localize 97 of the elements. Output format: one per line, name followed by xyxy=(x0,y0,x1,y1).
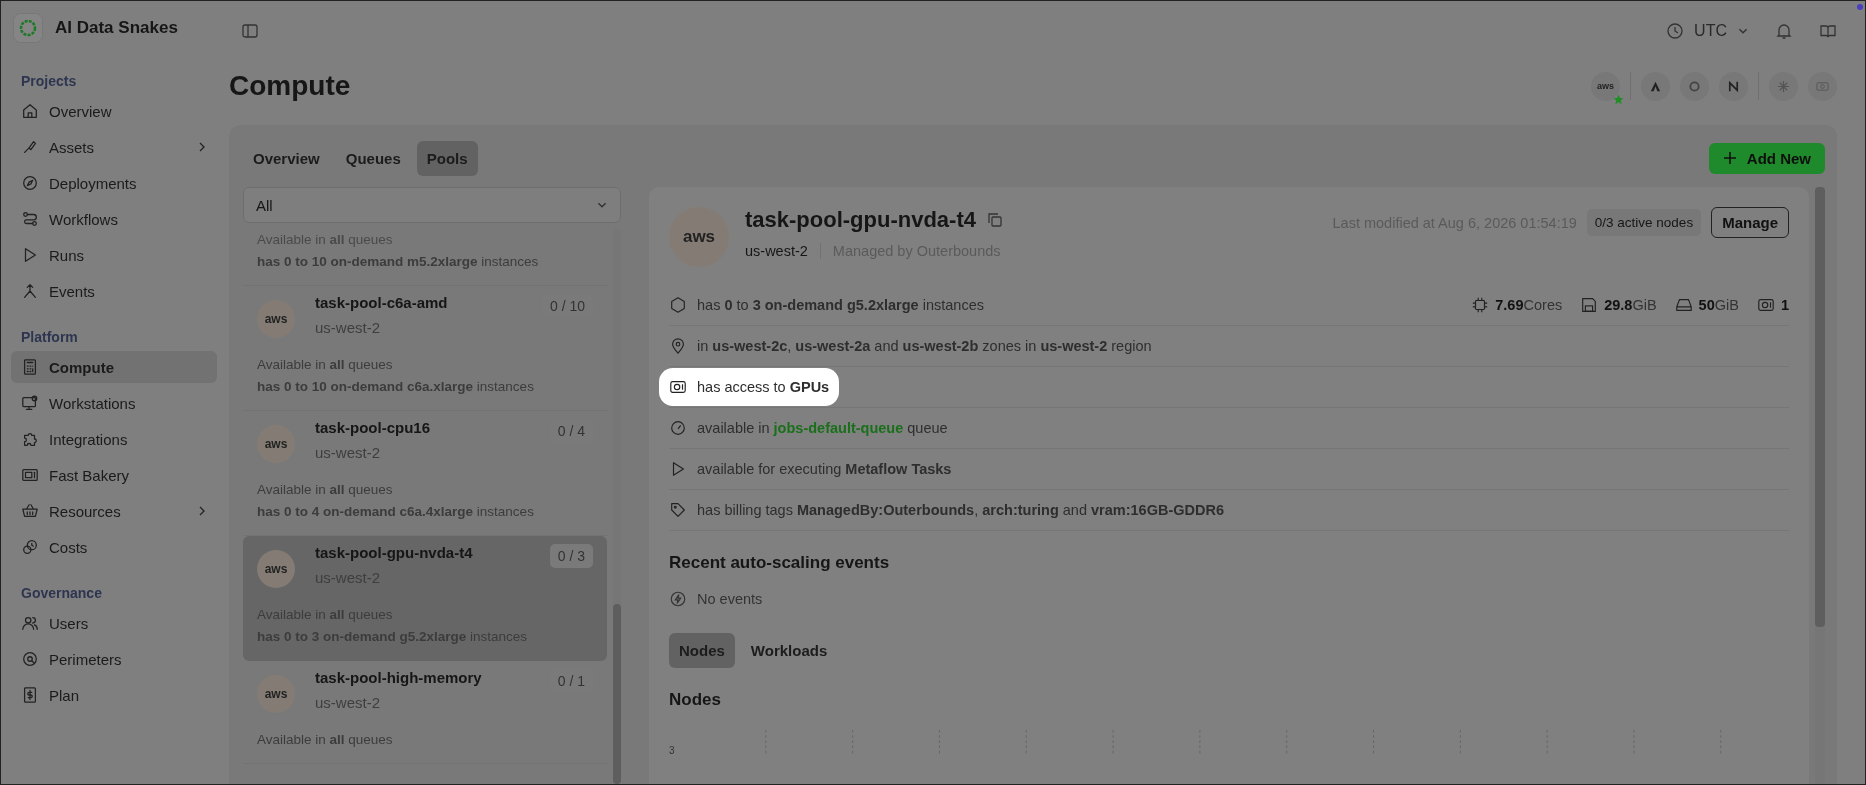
nav-item[interactable]: Events xyxy=(11,275,217,307)
nav-item[interactable]: Fast Bakery xyxy=(11,459,217,491)
resource-value: 50GiB xyxy=(1698,297,1739,313)
pool-name: task-pool-cpu16 xyxy=(315,419,432,436)
active-nodes-badge: 0/3 active nodes xyxy=(1586,209,1702,236)
pool-title: task-pool-gpu-nvda-t4 xyxy=(745,207,976,233)
provider-avatar[interactable] xyxy=(1769,71,1798,101)
section-heading: Platform xyxy=(20,329,79,345)
add-new-button[interactable]: Add New xyxy=(1708,142,1825,174)
tab[interactable]: Overview xyxy=(243,140,330,176)
nav-item[interactable]: Perimeters xyxy=(11,643,217,675)
nav-item[interactable]: Workstations xyxy=(11,387,217,419)
clock-icon xyxy=(1666,22,1685,40)
receipt-icon xyxy=(21,686,39,704)
tab[interactable]: Pools xyxy=(416,140,478,176)
filter-dropdown[interactable]: All xyxy=(243,187,621,223)
sidebar-toggle-icon[interactable] xyxy=(241,22,259,40)
pool-region: us-west-2 xyxy=(315,444,382,461)
fact-row: in us-west-2c, us-west-2a and us-west-2b zones in us-west-2 region xyxy=(663,331,1158,361)
pool-description: has 0 to 10 on-demand c6a.xlarge instances xyxy=(257,378,535,396)
users-icon xyxy=(21,614,39,632)
pool-description: has 0 to 4 on-demand c6a.4xlarge instances xyxy=(257,503,535,521)
compass-icon xyxy=(21,174,39,192)
home-icon xyxy=(21,102,39,120)
fact-row: has billing tags ManagedBy:Outerbounds, arch:turing and vram:16GB-GDDR6 xyxy=(663,495,1230,525)
resource-value: 1 xyxy=(1780,297,1789,313)
empty-message: No events xyxy=(697,591,763,607)
bell-icon[interactable] xyxy=(1775,22,1793,40)
pool-region: us-west-2 xyxy=(315,694,382,711)
fact-row: available for executing Metaflow Tasks xyxy=(663,454,958,484)
brand-name: AI Data Snakes xyxy=(55,18,178,38)
tab[interactable]: Workloads xyxy=(740,633,838,668)
nav-item[interactable]: Integrations xyxy=(11,423,217,455)
manage-button[interactable]: Manage xyxy=(1711,207,1789,238)
gauge-icon xyxy=(669,419,687,437)
status-dot xyxy=(1857,4,1863,10)
tab[interactable]: Queues xyxy=(335,140,411,176)
plus-icon xyxy=(1722,151,1737,165)
basket-icon xyxy=(21,502,39,520)
tab[interactable]: Nodes xyxy=(669,633,735,668)
location-pin-icon xyxy=(669,337,687,355)
nav-item[interactable]: Compute xyxy=(11,351,217,383)
pool-region: us-west-2 xyxy=(315,319,382,336)
nav-item[interactable]: Workflows xyxy=(11,203,217,235)
merge-icon xyxy=(21,282,39,300)
nav-item[interactable]: Assets xyxy=(11,131,217,163)
fact-row: available in jobs-default-queue queue xyxy=(663,413,954,443)
pool-description: has 0 to 10 on-demand m5.2xlarge instances xyxy=(257,253,540,271)
nav-item[interactable]: Resources xyxy=(11,495,217,527)
calc-icon xyxy=(21,358,39,376)
copy-icon[interactable] xyxy=(986,211,1004,229)
axis-tick-label: 3 xyxy=(669,745,675,756)
section-title: Nodes xyxy=(669,690,722,710)
puzzle-icon xyxy=(21,430,39,448)
fact-row: has 0 to 3 on-demand g5.2xlarge instances xyxy=(663,290,990,320)
provider-avatar[interactable] xyxy=(1719,71,1748,101)
star-icon xyxy=(1613,93,1624,105)
aws-logo: aws xyxy=(257,550,295,588)
flow-icon xyxy=(21,210,39,228)
coins-icon xyxy=(21,538,39,556)
nav-item[interactable]: Plan xyxy=(11,679,217,711)
provider-avatar[interactable] xyxy=(1680,71,1709,101)
chevron-right-icon xyxy=(197,142,207,152)
provider-avatar[interactable] xyxy=(1641,71,1670,101)
gpu-card-icon xyxy=(669,378,687,396)
aws-logo: aws xyxy=(257,675,295,713)
tag-icon xyxy=(669,501,687,519)
hard-drive-icon xyxy=(1674,296,1693,314)
section-heading: Governance xyxy=(20,585,103,601)
logo-icon xyxy=(13,13,43,43)
nav-item[interactable]: Deployments xyxy=(11,167,217,199)
pool-region: us-west-2 xyxy=(745,243,808,259)
section-heading: Projects xyxy=(20,73,78,89)
node-count: 0 / 3 xyxy=(549,544,593,568)
nav-item[interactable]: Costs xyxy=(11,531,217,563)
nav-item[interactable]: Users xyxy=(11,607,217,639)
resource-value: 7.69Cores xyxy=(1495,297,1563,313)
book-icon[interactable] xyxy=(1819,22,1837,40)
aws-logo: aws xyxy=(257,300,295,338)
section-title: Recent auto-scaling events xyxy=(669,553,891,573)
monitor-icon xyxy=(21,394,39,412)
pool-name: task-pool-gpu-nvda-t4 xyxy=(315,544,474,561)
nav-item[interactable]: Overview xyxy=(11,95,217,127)
aws-logo: aws xyxy=(669,207,729,267)
chevron-right-icon xyxy=(197,506,207,516)
aws-logo: aws xyxy=(257,425,295,463)
hexagon-icon xyxy=(669,296,687,314)
gpu-card-icon xyxy=(1756,296,1775,314)
resource-value: 29.8GiB xyxy=(1604,297,1657,313)
highlighted-fact: has access to GPUs xyxy=(659,368,840,406)
timezone-dropdown[interactable]: UTC xyxy=(1666,22,1749,40)
pool-name: task-pool-high-memory xyxy=(315,669,483,686)
cpu-chip-icon xyxy=(1471,296,1490,314)
pool-name: task-pool-c6a-amd xyxy=(315,294,449,311)
nav-item[interactable]: Runs xyxy=(11,239,217,271)
page-title: Compute xyxy=(229,70,352,102)
lightning-icon xyxy=(669,590,687,608)
